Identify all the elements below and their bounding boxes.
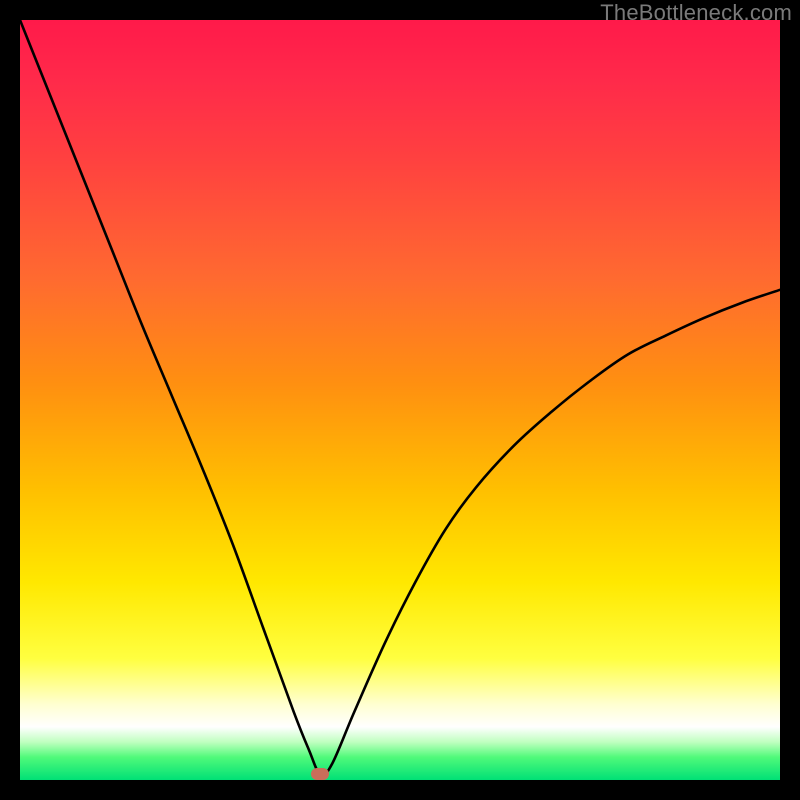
optimal-point-marker [311, 768, 329, 780]
bottleneck-curve [20, 20, 780, 780]
chart-plot-area [20, 20, 780, 780]
